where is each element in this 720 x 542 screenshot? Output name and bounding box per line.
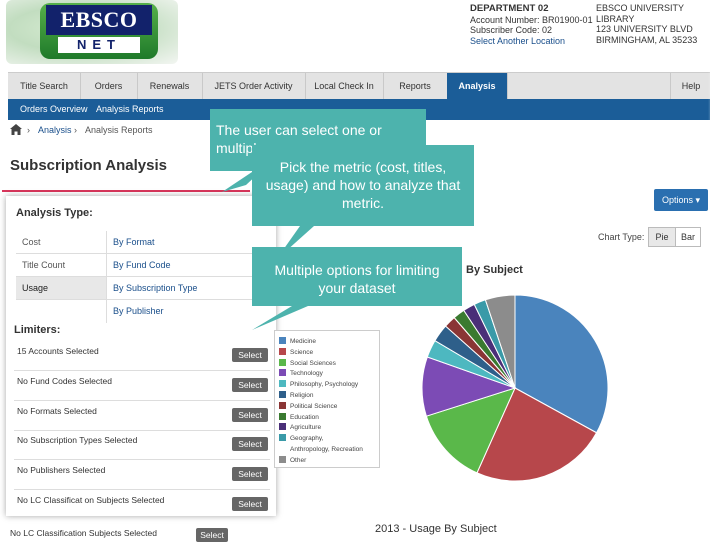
legend-label: Medicine — [290, 338, 317, 345]
second-chart-title: 2013 - Usage By Subject — [375, 523, 497, 535]
legend-item[interactable]: Geography, — [279, 434, 323, 443]
legend-swatch — [279, 412, 286, 420]
legend-item[interactable]: Philosophy, Psychology — [279, 380, 358, 389]
callout-metric-text: Pick the metric (cost, titles, usage) an… — [265, 159, 461, 211]
legend-swatch — [279, 358, 286, 366]
legend-item[interactable]: Anthropology, Recreation — [279, 445, 363, 454]
legend-swatch — [279, 401, 286, 409]
legend-swatch — [279, 445, 286, 452]
legend-label: Religion — [290, 392, 314, 399]
legend-swatch — [279, 380, 286, 388]
legend-item[interactable]: Education — [279, 412, 319, 422]
legend-label: Geography, — [290, 435, 324, 443]
chart-title: By Subject — [466, 264, 523, 276]
legend-label: Education — [290, 413, 319, 421]
legend-label: Political Science — [290, 402, 338, 410]
legend-item[interactable]: Political Science — [279, 401, 338, 411]
legend-item[interactable]: Science — [279, 347, 314, 357]
legend-swatch — [279, 391, 286, 398]
callout-metric: Pick the metric (cost, titles, usage) an… — [252, 145, 474, 226]
legend-label: Anthropology, Recreation — [290, 446, 363, 453]
pie-chart — [421, 294, 609, 482]
legend-swatch — [279, 369, 286, 377]
legend-item[interactable]: Agriculture — [279, 423, 321, 432]
legend-swatch — [279, 423, 286, 431]
legend-item[interactable]: Social Sciences — [279, 358, 336, 368]
right-edge-fade — [708, 0, 720, 540]
legend-label: Philosophy, Psychology — [290, 381, 359, 389]
legend-label: Technology — [290, 370, 323, 378]
legend-item[interactable]: Technology — [279, 369, 323, 378]
legend-label: Social Sciences — [290, 359, 336, 367]
legend-swatch — [279, 337, 286, 344]
legend-item[interactable]: Medicine — [279, 337, 316, 346]
legend-label: Science — [290, 348, 314, 356]
legend-label: Other — [290, 456, 307, 464]
callout-limits-text: Multiple options for limiting your datas… — [274, 262, 440, 296]
callout-limits-tail — [252, 306, 308, 330]
legend-swatch — [279, 455, 286, 463]
legend-label: Agriculture — [290, 424, 322, 432]
legend-swatch — [279, 434, 286, 442]
legend-item[interactable]: Other — [279, 455, 307, 465]
legend-item[interactable]: Religion — [279, 391, 314, 400]
chart-legend: Medicine Science Social Sciences Technology… — [274, 330, 380, 468]
legend-swatch — [279, 347, 286, 355]
